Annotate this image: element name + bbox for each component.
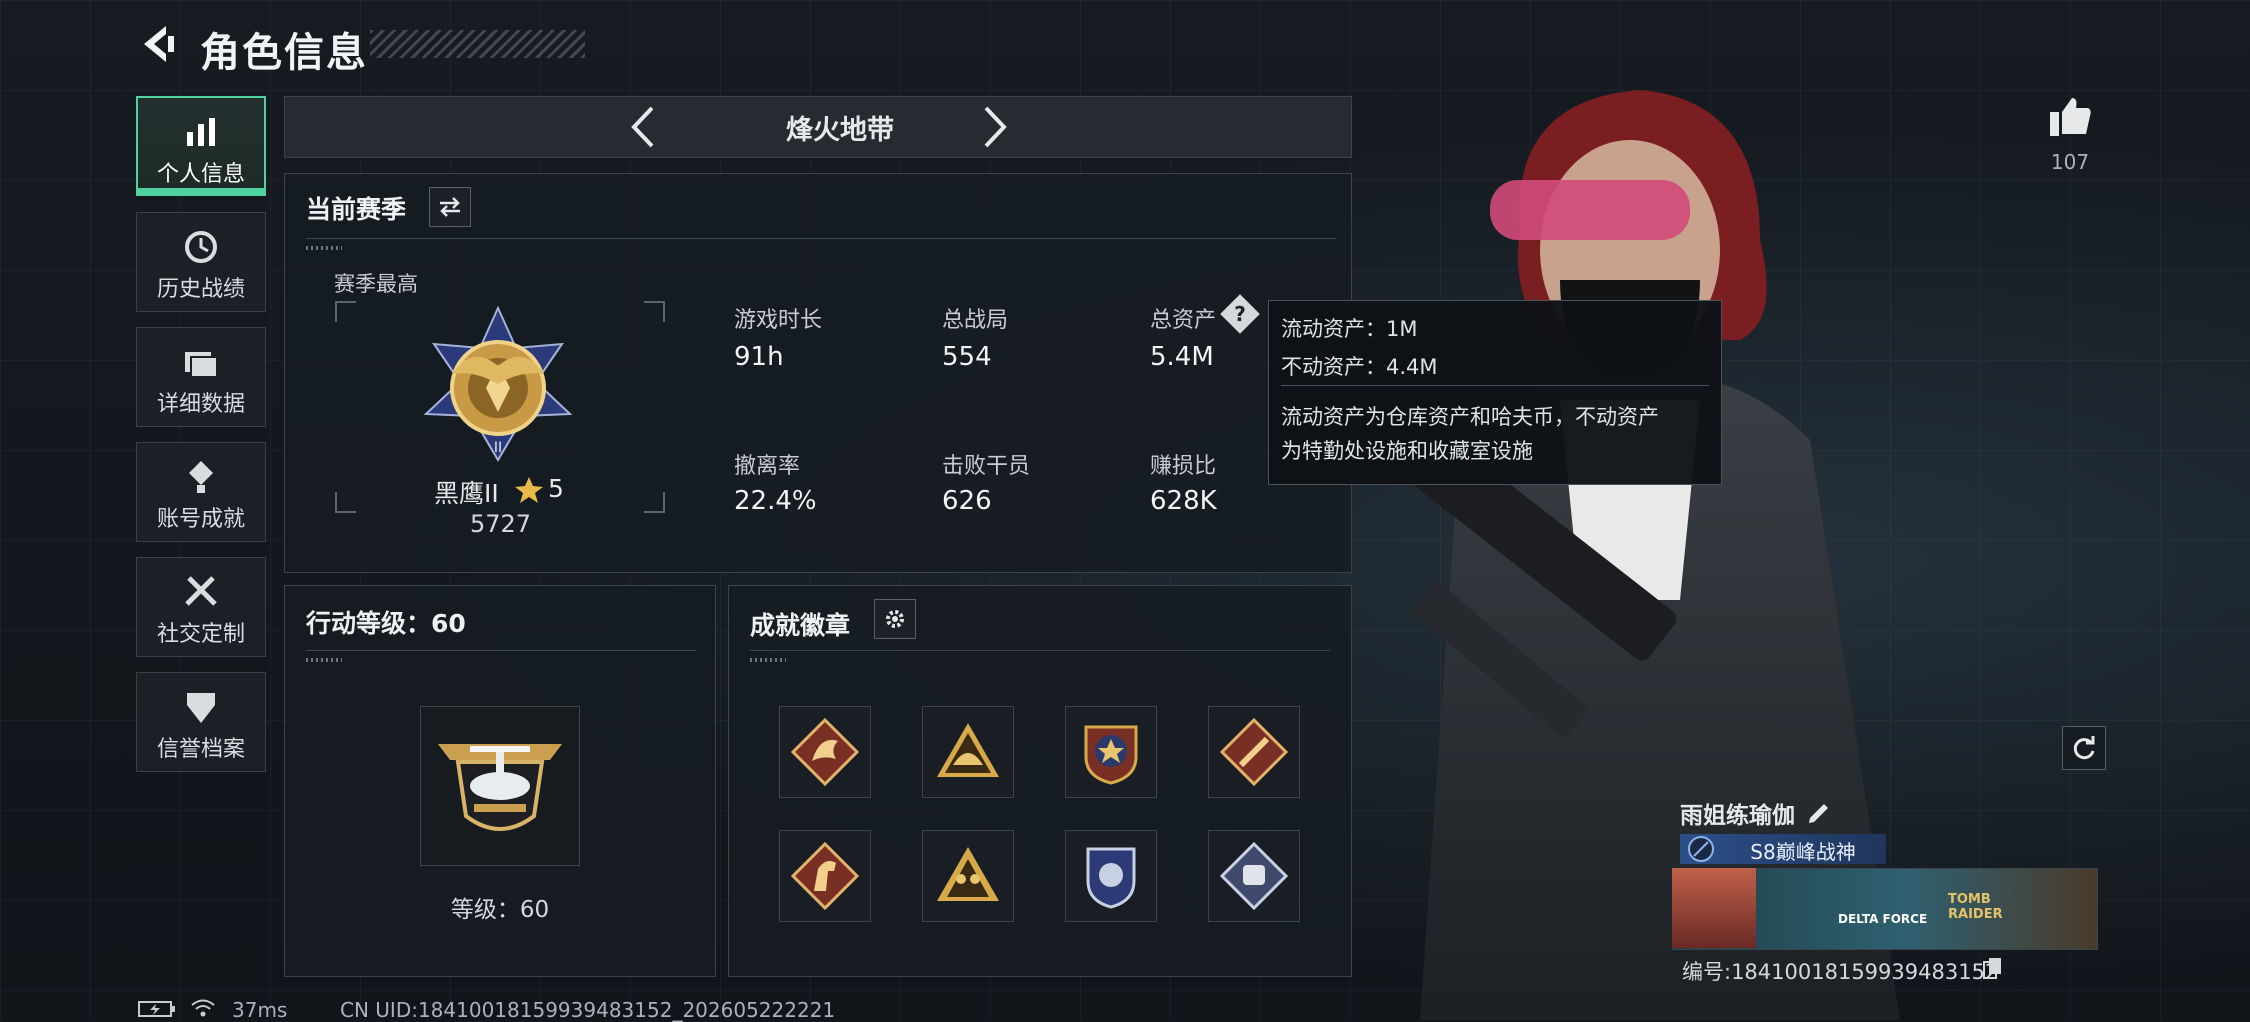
sidebar-item-detailed-data[interactable]: 详细数据 <box>136 327 266 427</box>
page-title: 角色信息 <box>200 30 368 76</box>
fist-badge-icon <box>1219 841 1289 911</box>
rank-emblem-icon: II <box>423 305 573 462</box>
sidebar-item-label: 历史战绩 <box>156 277 245 302</box>
stat-label-extraction-rate: 撤离率 <box>734 454 801 479</box>
asset-tooltip: 流动资产：1M 不动资产：4.4M 流动资产为仓库资产和哈夫币，不动资产 为特勤… <box>1268 300 1722 485</box>
tooltip-desc-line2: 为特勤处设施和收藏室设施 <box>1281 439 1533 463</box>
rank-name: 黑鹰II <box>434 479 499 508</box>
action-level-title: 行动等级：60 <box>306 609 466 638</box>
stat-value-profit-loss: 628K <box>1150 486 1217 516</box>
achievement-badge-helmet[interactable] <box>922 706 1014 798</box>
stat-label-playtime: 游戏时长 <box>734 308 823 333</box>
divider <box>306 238 1336 239</box>
tooltip-divider <box>1281 385 1709 386</box>
achievement-badge-dragon[interactable] <box>779 706 871 798</box>
achievement-badge-police[interactable] <box>1065 830 1157 922</box>
achievement-badge-horse[interactable] <box>779 830 871 922</box>
tooltip-liquid-assets: 流动资产：1M <box>1281 317 1418 341</box>
thumbs-up-icon[interactable] <box>2048 94 2092 138</box>
stat-label-total-assets: 总资产 <box>1150 308 1217 333</box>
sidebar-item-label: 社交定制 <box>156 622 245 647</box>
uid-text: CN UID:18410018159939483152_202605222221 <box>340 998 836 1022</box>
like-count: 107 <box>2050 150 2090 174</box>
history-icon <box>185 231 217 263</box>
rank-stars: 5 <box>548 474 564 503</box>
ping-text: 37ms <box>232 998 288 1022</box>
tools-icon <box>185 576 217 606</box>
title-decoration <box>370 30 585 58</box>
helicopter-level-emblem-icon <box>438 744 562 831</box>
divider-dots <box>306 246 342 250</box>
gear-icon <box>886 610 904 628</box>
wrench-badge-icon <box>1219 717 1289 787</box>
svg-text:II: II <box>494 440 502 456</box>
stat-value-operators-defeated: 626 <box>942 486 992 516</box>
achievement-badge-star-emblem[interactable] <box>1065 706 1157 798</box>
sidebar-item-social-custom[interactable]: 社交定制 <box>136 557 266 657</box>
stat-value-playtime: 91h <box>734 342 784 372</box>
sidebar-item-account-achievements[interactable]: 账号成就 <box>136 442 266 542</box>
banner-logo-text: DELTA FORCE <box>1838 912 1928 926</box>
refresh-icon <box>2073 736 2095 760</box>
tooltip-desc-line1: 流动资产为仓库资产和哈夫币，不动资产 <box>1281 405 1659 429</box>
helmet-badge-icon <box>937 723 999 777</box>
battery-icon <box>138 1001 175 1017</box>
star-emblem-badge-icon <box>1084 725 1138 785</box>
rank-score: 5727 <box>470 510 532 538</box>
level-text: 等级：60 <box>450 897 550 923</box>
stat-label-total-matches: 总战局 <box>942 308 1009 333</box>
avatar[interactable] <box>1672 868 1756 948</box>
edit-icon[interactable] <box>1806 798 1832 824</box>
banner-logo-text-2: TOMB RAIDER <box>1948 892 2003 922</box>
title-badge-icon <box>1688 836 1714 862</box>
divider <box>306 650 696 651</box>
medal-icon <box>189 461 213 493</box>
folders-icon <box>185 352 218 378</box>
mode-label: 烽火地带 <box>786 115 894 146</box>
badge-settings-button[interactable] <box>874 599 916 639</box>
soldiers-badge-icon <box>937 847 999 901</box>
stat-value-total-matches: 554 <box>942 342 992 372</box>
sidebar-item-reputation[interactable]: 信誉档案 <box>136 672 266 772</box>
sidebar-item-label: 信誉档案 <box>156 737 245 762</box>
stat-value-extraction-rate: 22.4% <box>734 486 817 516</box>
stat-label-profit-loss: 赚损比 <box>1150 454 1217 479</box>
police-badge-icon <box>1086 847 1136 909</box>
chevron-right-icon[interactable] <box>980 104 1010 150</box>
swap-icon <box>440 197 460 217</box>
chevron-left-icon[interactable] <box>628 104 658 150</box>
back-arrow-icon[interactable] <box>136 22 180 66</box>
divider <box>750 650 1330 651</box>
tooltip-fixed-assets: 不动资产：4.4M <box>1281 355 1438 379</box>
title-badge-text: S8巅峰战神 <box>1750 840 1856 864</box>
star-icon <box>515 477 543 503</box>
player-id: 编号:18410018159939483152 <box>1682 960 1999 984</box>
sidebar-item-personal-info[interactable]: 个人信息 <box>136 96 266 196</box>
dragon-badge-icon <box>790 717 860 787</box>
horse-badge-icon <box>790 841 860 911</box>
stat-label-operators-defeated: 击败干员 <box>942 454 1031 479</box>
achievements-title: 成就徽章 <box>750 611 851 640</box>
sidebar-item-history[interactable]: 历史战绩 <box>136 212 266 312</box>
divider-dots <box>306 658 342 662</box>
bar-chart-icon <box>187 118 215 146</box>
help-icon[interactable]: ? <box>1226 300 1254 328</box>
achievement-badge-fist[interactable] <box>1208 830 1300 922</box>
refresh-button[interactable] <box>2062 726 2106 770</box>
sidebar-item-label: 详细数据 <box>156 392 245 417</box>
copy-icon[interactable] <box>1982 956 2004 980</box>
achievement-badge-soldiers[interactable] <box>922 830 1014 922</box>
switch-season-button[interactable] <box>429 187 471 227</box>
stat-value-total-assets: 5.4M <box>1150 342 1214 372</box>
achievement-badge-wrench[interactable] <box>1208 706 1300 798</box>
sidebar-item-label: 账号成就 <box>156 507 245 532</box>
wifi-icon <box>191 999 215 1017</box>
player-name: 雨姐练瑜伽 <box>1680 803 1795 829</box>
season-title: 当前赛季 <box>306 195 407 224</box>
season-best-label: 赛季最高 <box>334 272 418 296</box>
divider-dots <box>750 658 786 662</box>
shield-icon <box>187 693 215 723</box>
sidebar-item-label: 个人信息 <box>156 162 245 187</box>
